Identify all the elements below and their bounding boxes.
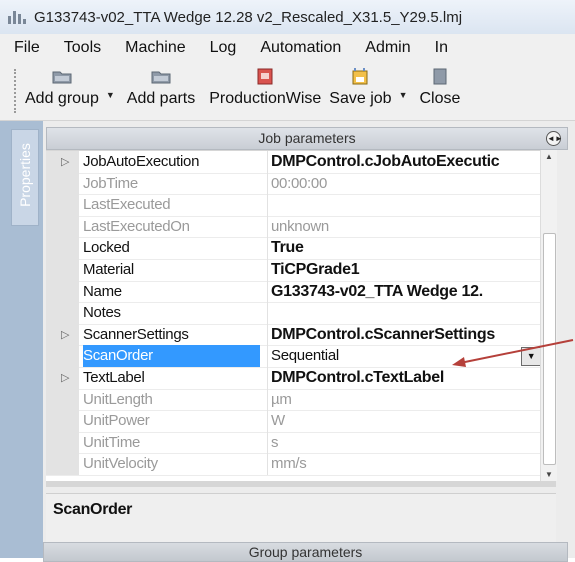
property-name: UnitVelocity <box>83 455 158 473</box>
window-title-bar[interactable]: G133743-v02_TTA Wedge 12.28 v2_Rescaled_… <box>0 0 575 35</box>
expand-arrow-icon[interactable]: ▷ <box>61 155 69 168</box>
menu-log[interactable]: Log <box>198 39 249 57</box>
property-row[interactable]: UnitVelocity mm/s <box>46 453 540 476</box>
productionwise-label: ProductionWise <box>209 90 322 107</box>
expand-arrow-icon[interactable]: ▷ <box>61 328 69 341</box>
window-title: G133743-v02_TTA Wedge 12.28 v2_Rescaled_… <box>34 8 463 26</box>
property-row[interactable]: JobTime 00:00:00 <box>46 172 541 196</box>
property-value[interactable]: W <box>267 410 541 432</box>
property-value[interactable]: DMPControl.cJobAutoExecutic <box>267 151 541 173</box>
property-value[interactable]: G133743-v02_TTA Wedge 12. <box>267 280 541 303</box>
property-row[interactable]: Notes <box>46 302 540 325</box>
save-job-button[interactable]: Save job <box>329 62 392 108</box>
save-job-icon <box>348 68 372 86</box>
property-description-pane: ScanOrder <box>46 493 556 542</box>
property-value[interactable]: unknown <box>267 215 541 238</box>
save-job-label: Save job <box>329 90 392 107</box>
save-job-dropdown-icon[interactable]: ▼ <box>399 90 408 100</box>
property-name: TextLabel <box>83 369 145 386</box>
property-grid: ▷ JobAutoExecution DMPControl.cJobAutoEx… <box>46 150 541 482</box>
productionwise-button[interactable]: ProductionWise <box>209 62 321 108</box>
property-value[interactable]: TiCPGrade1 <box>267 259 541 281</box>
property-name: Locked <box>83 239 130 257</box>
menu-more[interactable]: In <box>423 39 460 57</box>
property-row[interactable]: UnitLength µm <box>46 388 541 412</box>
menu-admin[interactable]: Admin <box>353 39 422 57</box>
folder-add-icon <box>50 68 74 86</box>
toolbar-grip[interactable] <box>14 69 19 113</box>
property-name: LastExecuted <box>83 196 171 214</box>
properties-side-tab[interactable]: Properties <box>11 129 39 226</box>
job-parameters-title: Job parameters <box>258 130 356 146</box>
collapse-panel-icon[interactable]: ◄► <box>546 131 563 146</box>
annotation-arrow <box>452 339 574 367</box>
property-name: Notes <box>83 304 121 322</box>
property-value[interactable]: mm/s <box>267 453 541 475</box>
close-job-label: Close <box>419 90 461 107</box>
add-group-button[interactable]: Add group <box>25 62 99 108</box>
scroll-up-icon[interactable]: ▲ <box>541 152 557 161</box>
property-name: ScanOrder <box>83 345 260 367</box>
property-name: JobTime <box>83 174 138 192</box>
property-row[interactable]: Locked True <box>46 237 540 260</box>
property-name: JobAutoExecution <box>83 153 200 170</box>
property-row[interactable]: LastExecutedOn unknown <box>46 215 541 239</box>
menu-file[interactable]: File <box>0 39 52 57</box>
property-name: Name <box>83 282 122 300</box>
job-parameters-header: Job parameters ◄► <box>46 127 568 150</box>
property-grid-scrollbar[interactable]: ▲ ▼ <box>540 150 557 481</box>
description-splitter[interactable] <box>46 481 556 487</box>
property-row[interactable]: LastExecuted <box>46 194 540 217</box>
property-value: Sequential <box>271 347 339 365</box>
property-value[interactable]: 00:00:00 <box>267 172 541 195</box>
add-group-label: Add group <box>25 90 99 107</box>
property-row[interactable]: ▷ JobAutoExecution DMPControl.cJobAutoEx… <box>46 151 540 174</box>
property-name: Material <box>83 261 134 278</box>
app-icon <box>6 8 28 26</box>
menu-automation[interactable]: Automation <box>248 39 353 57</box>
property-name: ScannerSettings <box>83 325 189 343</box>
property-row[interactable]: Name G133743-v02_TTA Wedge 12. <box>46 280 541 304</box>
toolbar: Add group ▼ Add parts ProductionWise Sav… <box>0 62 575 121</box>
description-title: ScanOrder <box>53 501 133 518</box>
property-value[interactable]: µm <box>267 388 541 411</box>
menu-machine[interactable]: Machine <box>113 39 197 57</box>
close-job-button[interactable]: Close <box>419 62 460 108</box>
property-value[interactable]: s <box>267 431 541 454</box>
properties-side-tab-label: Properties <box>17 143 33 207</box>
folder-add-icon <box>149 68 173 86</box>
add-group-dropdown-icon[interactable]: ▼ <box>106 90 115 100</box>
property-row[interactable]: UnitTime s <box>46 431 541 455</box>
property-row[interactable]: UnitPower W <box>46 410 540 433</box>
property-value[interactable] <box>267 302 541 324</box>
property-name: UnitTime <box>83 433 141 451</box>
productionwise-icon <box>253 68 277 86</box>
expand-arrow-icon[interactable]: ▷ <box>61 371 69 384</box>
property-value[interactable] <box>267 194 541 216</box>
group-parameters-header[interactable]: Group parameters <box>43 542 568 562</box>
property-row[interactable]: Material TiCPGrade1 <box>46 259 540 282</box>
side-panel-strip: Properties <box>0 121 43 558</box>
property-name: UnitPower <box>83 412 150 430</box>
menu-tools[interactable]: Tools <box>52 39 113 57</box>
property-name: UnitLength <box>83 390 153 408</box>
property-value[interactable]: True <box>267 237 541 259</box>
property-name: LastExecutedOn <box>83 217 190 235</box>
add-parts-button[interactable]: Add parts <box>127 62 195 108</box>
add-parts-label: Add parts <box>126 90 196 107</box>
menu-bar: File Tools Machine Log Automation Admin … <box>0 34 575 62</box>
scroll-down-icon[interactable]: ▼ <box>541 470 557 479</box>
close-job-icon <box>428 68 452 86</box>
